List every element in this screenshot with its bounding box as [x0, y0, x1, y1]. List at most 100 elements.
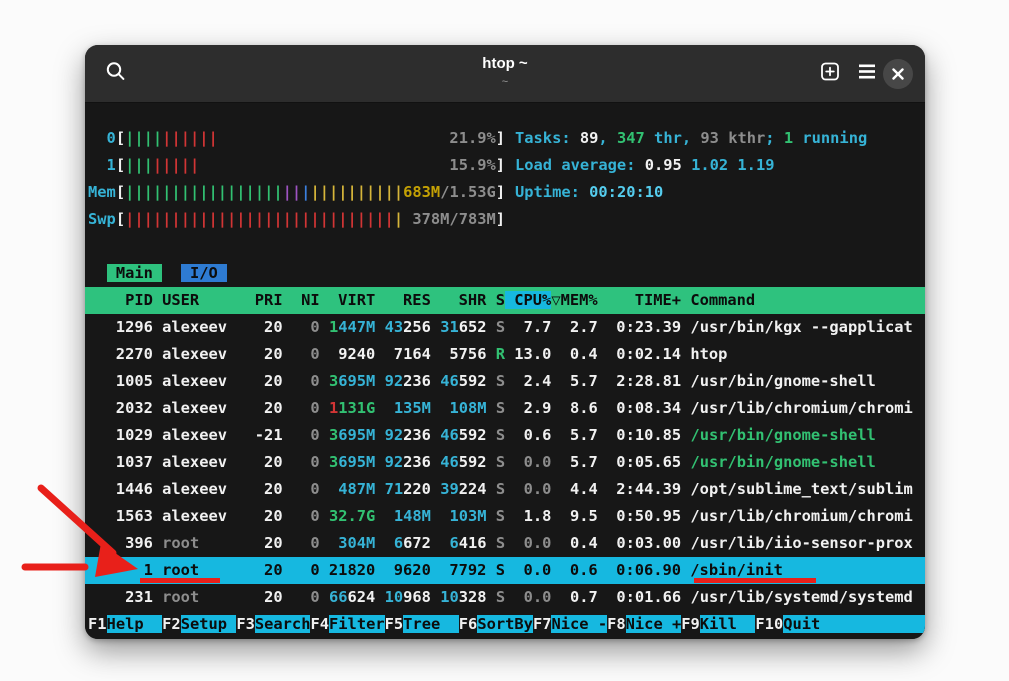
text-run: 1563 alexeev 20 — [88, 507, 283, 525]
text-run: 00:20:10 — [589, 183, 663, 201]
text-run: S — [487, 399, 506, 417]
text-run — [375, 318, 384, 336]
text-run: 0 — [283, 426, 329, 444]
text-run: [ — [116, 210, 125, 228]
text-run: 396 — [88, 534, 162, 552]
text-run: 89 — [580, 129, 599, 147]
tab-main[interactable]: Main — [107, 264, 163, 282]
text-run: S — [487, 318, 506, 336]
text-run: 256 — [403, 318, 440, 336]
tasks-summary: Tasks: 89, 347 thr, 93 kthr; 1 running — [515, 125, 867, 152]
process-row[interactable]: 1296 alexeev 20 0 1447M 43256 31652 S 7.… — [85, 314, 925, 341]
fnkey-f3: F3 — [236, 615, 255, 633]
text-run: 103M — [440, 507, 486, 525]
text-run: Load average: — [515, 156, 645, 174]
text-run: 13.0 0.4 0:02.14 htop — [505, 345, 727, 363]
process-row[interactable]: 1037 alexeev 20 0 3695M 92236 46592 S 0.… — [85, 449, 925, 476]
fn-quit-button[interactable]: Quit — [783, 615, 925, 633]
fnkey-f10: F10 — [755, 615, 783, 633]
process-row[interactable]: 1563 alexeev 20 0 32.7G 148M 103M S 1.8 … — [85, 503, 925, 530]
process-row[interactable]: 2270 alexeev 20 0 9240 7164 5756 R 13.0 … — [85, 341, 925, 368]
text-run: Uptime: — [515, 183, 589, 201]
text-run: [ — [116, 129, 125, 147]
fnkey-f4: F4 — [310, 615, 329, 633]
text-run: 347 — [617, 129, 645, 147]
process-row[interactable]: 396 root 20 0 304M 6672 6416 S 0.0 0.4 0… — [85, 530, 925, 557]
text-run: 21.9% — [218, 129, 496, 147]
text-run: 20 — [246, 588, 283, 606]
fn-filter-button[interactable]: Filter — [329, 615, 385, 633]
text-run: 0 — [283, 372, 329, 390]
text-run: 46 — [440, 426, 459, 444]
text-run: 695M — [338, 453, 375, 471]
fn-sortby-button[interactable]: SortBy — [477, 615, 533, 633]
table-header[interactable]: PID USER PRI NI VIRT RES SHR S CPU%▽MEM%… — [85, 287, 925, 314]
text-run: Swp — [88, 210, 116, 228]
process-row[interactable]: 1005 alexeev 20 0 3695M 92236 46592 S 2.… — [85, 368, 925, 395]
text-run: 9240 7164 5756 — [329, 345, 487, 363]
hamburger-menu-icon[interactable] — [857, 63, 877, 84]
fnkey-f5: F5 — [385, 615, 404, 633]
text-run: 71 — [385, 480, 404, 498]
swap-meter: Swp[|||||||||||||||||||||||||||||| 378M/… — [88, 206, 505, 233]
process-row[interactable]: 1029 alexeev -21 0 3695M 92236 46592 S 0… — [85, 422, 925, 449]
fn-nice-plus-button[interactable]: Nice + — [626, 615, 682, 633]
text-run: 0.6 5.7 0:10.85 — [505, 426, 690, 444]
text-run: 1.02 1.19 — [682, 156, 775, 174]
text-run: 0.4 0:03.00 /usr/lib/iio-sensor-prox — [551, 534, 912, 552]
new-tab-icon[interactable] — [819, 60, 841, 87]
text-run: Tasks: — [515, 129, 580, 147]
text-run: /1.53G — [440, 183, 496, 201]
sort-arrow-icon: ▽ — [551, 291, 560, 309]
text-run: S 0.0 — [487, 453, 552, 471]
text-run: 43 — [385, 318, 404, 336]
fn-nice-minus-button[interactable]: Nice - — [551, 615, 607, 633]
process-row[interactable]: 231 root 20 0 66624 10968 10328 S 0.0 0.… — [85, 584, 925, 611]
fn-tree-button[interactable]: Tree — [403, 615, 459, 633]
text-run: 1 — [88, 156, 116, 174]
text-run: 46 — [440, 372, 459, 390]
text-run: 20 — [246, 534, 283, 552]
column-headers: PID USER PRI NI VIRT RES SHR S — [88, 291, 505, 309]
text-run: S 0.0 — [487, 588, 552, 606]
fn-setup-button[interactable]: Setup — [181, 615, 237, 633]
text-run — [375, 399, 384, 417]
text-run: root — [162, 534, 245, 552]
text-run: ] — [496, 183, 505, 201]
fnkey-f6: F6 — [459, 615, 478, 633]
tab-io[interactable]: I/O — [181, 264, 227, 282]
text-run — [375, 453, 384, 471]
text-run — [375, 534, 394, 552]
text-run: 92 — [385, 372, 404, 390]
text-run: 1446 alexeev 20 — [88, 480, 283, 498]
process-row[interactable]: 1446 alexeev 20 0 487M 71220 39224 S 0.0… — [85, 476, 925, 503]
text-run: 108M — [440, 399, 486, 417]
text-run: 0 — [283, 588, 329, 606]
text-run: 66 — [329, 588, 348, 606]
fn-kill-button[interactable]: Kill — [700, 615, 756, 633]
fn-search-button[interactable]: Search — [255, 615, 311, 633]
text-run: 236 — [403, 372, 440, 390]
window-subtitle: ~ — [85, 76, 925, 88]
text-run: 2.9 8.6 0:08.34 /usr/lib/chromium/chromi — [505, 399, 913, 417]
selected-process-init: 1 root 20 0 21820 9620 7792 S 0.0 0.6 0:… — [88, 561, 783, 579]
fn-help-button[interactable]: Help — [107, 615, 163, 633]
text-run: , — [598, 129, 617, 147]
text-run: 304M — [329, 534, 375, 552]
text-run: 1 — [784, 129, 793, 147]
text-run: [ — [116, 156, 125, 174]
text-run: 0 — [283, 453, 329, 471]
text-run: 32.7G — [329, 507, 375, 525]
close-icon[interactable] — [883, 59, 913, 89]
text-run: 1037 alexeev 20 — [88, 453, 283, 471]
text-run: 2270 alexeev 20 — [88, 345, 283, 363]
titlebar: htop ~ ~ — [85, 45, 925, 103]
process-row[interactable]: 2032 alexeev 20 0 1131G 135M 108M S 2.9 … — [85, 395, 925, 422]
screen-tabs: Main I/O — [88, 260, 227, 287]
sort-column-cpu[interactable]: CPU% — [505, 291, 551, 309]
text-run: /usr/bin/gnome-shell — [690, 426, 875, 444]
text-run: 592 — [459, 453, 487, 471]
process-row-selected[interactable]: 1 root 20 0 21820 9620 7792 S 0.0 0.6 0:… — [85, 557, 925, 584]
uptime: Uptime: 00:20:10 — [515, 179, 663, 206]
fnkey-f1: F1 — [88, 615, 107, 633]
